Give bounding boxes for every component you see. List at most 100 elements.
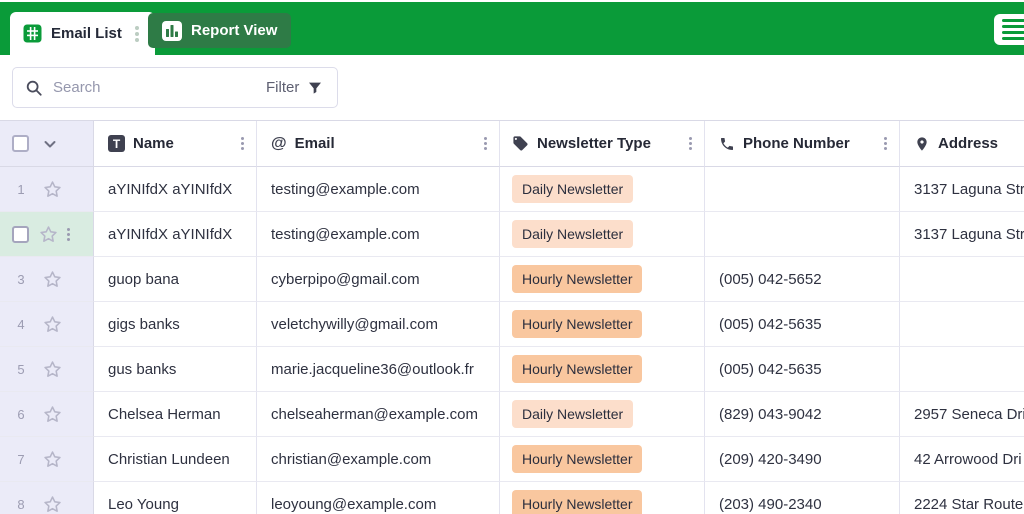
row-gutter-cell: 1 bbox=[0, 167, 94, 212]
address-cell-text: 3137 Laguna Stre bbox=[914, 225, 1024, 243]
newsletter-chip: Hourly Newsletter bbox=[512, 490, 643, 514]
star-icon[interactable] bbox=[42, 179, 63, 200]
row-number: 3 bbox=[17, 271, 25, 287]
row-gutter-cell: 8 bbox=[0, 482, 94, 514]
star-icon[interactable] bbox=[42, 404, 63, 425]
email-cell[interactable]: testing@example.com bbox=[257, 167, 500, 212]
table-row[interactable]: 6 Chelsea Herman chelseaherman@example.c… bbox=[0, 392, 1024, 437]
email-cell[interactable]: veletchywilly@gmail.com bbox=[257, 302, 500, 347]
column-header-label: Phone Number bbox=[743, 135, 850, 152]
column-header-newsletter-type[interactable]: Newsletter Type bbox=[500, 121, 705, 167]
map-pin-icon bbox=[914, 136, 930, 152]
name-cell[interactable]: aYINIfdX aYINIfdX bbox=[94, 167, 257, 212]
name-cell-text: Christian Lundeen bbox=[108, 450, 230, 468]
newsletter-type-cell[interactable]: Hourly Newsletter bbox=[500, 257, 705, 302]
column-menu-icon[interactable] bbox=[480, 135, 491, 152]
newsletter-type-cell[interactable]: Hourly Newsletter bbox=[500, 347, 705, 392]
phone-cell[interactable]: (005) 042-5635 bbox=[705, 302, 900, 347]
address-cell[interactable]: 3137 Laguna Stre bbox=[900, 212, 1024, 257]
tab-menu-icon[interactable] bbox=[131, 24, 143, 44]
address-cell[interactable]: 3137 Laguna Stre bbox=[900, 167, 1024, 212]
email-cell[interactable]: chelseaherman@example.com bbox=[257, 392, 500, 437]
newsletter-type-cell[interactable]: Hourly Newsletter bbox=[500, 302, 705, 347]
tab-email-list[interactable]: Email List bbox=[10, 12, 155, 55]
address-cell[interactable]: 42 Arrowood Dri bbox=[900, 437, 1024, 482]
menu-button[interactable] bbox=[994, 14, 1024, 45]
name-cell[interactable]: guop bana bbox=[94, 257, 257, 302]
search-filter-bar: Filter bbox=[12, 67, 338, 108]
email-cell-text: testing@example.com bbox=[271, 180, 420, 198]
row-gutter-cell: 3 bbox=[0, 257, 94, 302]
filter-button[interactable]: Filter bbox=[252, 68, 337, 107]
email-cell[interactable]: marie.jacqueline36@outlook.fr bbox=[257, 347, 500, 392]
column-menu-icon[interactable] bbox=[880, 135, 891, 152]
email-cell[interactable]: leoyoung@example.com bbox=[257, 482, 500, 514]
table-row[interactable]: 2 aYINIfdX aYINIfdX testing@example.com … bbox=[0, 212, 1024, 257]
table-row[interactable]: 8 Leo Young leoyoung@example.com Hourly … bbox=[0, 482, 1024, 514]
phone-cell[interactable] bbox=[705, 167, 900, 212]
phone-cell[interactable]: (005) 042-5652 bbox=[705, 257, 900, 302]
phone-cell[interactable]: (209) 420-3490 bbox=[705, 437, 900, 482]
address-cell[interactable] bbox=[900, 347, 1024, 392]
phone-cell[interactable] bbox=[705, 212, 900, 257]
data-grid: T Name @ Email Newsletter Type Phone Num… bbox=[0, 120, 1024, 514]
email-cell[interactable]: cyberpipo@gmail.com bbox=[257, 257, 500, 302]
email-cell[interactable]: testing@example.com bbox=[257, 212, 500, 257]
newsletter-type-cell[interactable]: Daily Newsletter bbox=[500, 392, 705, 437]
star-icon[interactable] bbox=[42, 314, 63, 335]
name-cell-text: aYINIfdX aYINIfdX bbox=[108, 225, 233, 243]
address-cell[interactable]: 2957 Seneca Dri bbox=[900, 392, 1024, 437]
name-cell-text: guop bana bbox=[108, 270, 179, 288]
address-cell[interactable]: 2224 Star Route. bbox=[900, 482, 1024, 514]
phone-cell[interactable]: (203) 490-2340 bbox=[705, 482, 900, 514]
tab-report-view-label: Report View bbox=[191, 22, 278, 39]
chevron-down-icon[interactable] bbox=[42, 136, 58, 152]
newsletter-type-cell[interactable]: Daily Newsletter bbox=[500, 167, 705, 212]
newsletter-type-cell[interactable]: Hourly Newsletter bbox=[500, 437, 705, 482]
name-cell[interactable]: gus banks bbox=[94, 347, 257, 392]
table-row[interactable]: 1 aYINIfdX aYINIfdX testing@example.com … bbox=[0, 167, 1024, 212]
name-cell[interactable]: Leo Young bbox=[94, 482, 257, 514]
column-header-name[interactable]: T Name bbox=[94, 121, 257, 167]
column-header-phone[interactable]: Phone Number bbox=[705, 121, 900, 167]
at-sign-icon: @ bbox=[271, 134, 287, 152]
star-icon[interactable] bbox=[42, 494, 63, 514]
star-icon[interactable] bbox=[38, 224, 59, 245]
table-row[interactable]: 5 gus banks marie.jacqueline36@outlook.f… bbox=[0, 347, 1024, 392]
tab-report-view[interactable]: Report View bbox=[148, 13, 292, 48]
table-row[interactable]: 4 gigs banks veletchywilly@gmail.com Hou… bbox=[0, 302, 1024, 347]
email-cell[interactable]: christian@example.com bbox=[257, 437, 500, 482]
table-grid-icon bbox=[23, 24, 42, 43]
newsletter-type-cell[interactable]: Hourly Newsletter bbox=[500, 482, 705, 514]
select-all-checkbox[interactable] bbox=[12, 135, 29, 152]
email-cell-text: marie.jacqueline36@outlook.fr bbox=[271, 360, 474, 378]
tab-email-list-label: Email List bbox=[51, 25, 122, 42]
name-cell[interactable]: Chelsea Herman bbox=[94, 392, 257, 437]
address-cell[interactable] bbox=[900, 257, 1024, 302]
phone-cell[interactable]: (829) 043-9042 bbox=[705, 392, 900, 437]
name-cell[interactable]: Christian Lundeen bbox=[94, 437, 257, 482]
name-cell[interactable]: aYINIfdX aYINIfdX bbox=[94, 212, 257, 257]
column-header-address[interactable]: Address bbox=[900, 121, 1024, 167]
search-input[interactable] bbox=[53, 79, 252, 96]
table-row[interactable]: 3 guop bana cyberpipo@gmail.com Hourly N… bbox=[0, 257, 1024, 302]
newsletter-type-cell[interactable]: Daily Newsletter bbox=[500, 212, 705, 257]
search-box[interactable] bbox=[13, 68, 252, 107]
address-cell[interactable] bbox=[900, 302, 1024, 347]
row-menu-icon[interactable] bbox=[63, 226, 74, 243]
column-menu-icon[interactable] bbox=[685, 135, 696, 152]
row-checkbox[interactable] bbox=[12, 225, 29, 243]
table-row[interactable]: 7 Christian Lundeen christian@example.co… bbox=[0, 437, 1024, 482]
tag-icon bbox=[512, 135, 529, 152]
newsletter-chip: Hourly Newsletter bbox=[512, 355, 643, 383]
column-header-email[interactable]: @ Email bbox=[257, 121, 500, 167]
star-icon[interactable] bbox=[42, 359, 63, 380]
phone-icon bbox=[719, 136, 735, 152]
name-cell[interactable]: gigs banks bbox=[94, 302, 257, 347]
column-menu-icon[interactable] bbox=[237, 135, 248, 152]
star-icon[interactable] bbox=[42, 449, 63, 470]
star-icon[interactable] bbox=[42, 269, 63, 290]
name-cell-text: gigs banks bbox=[108, 315, 180, 333]
text-column-icon: T bbox=[108, 135, 125, 152]
phone-cell[interactable]: (005) 042-5635 bbox=[705, 347, 900, 392]
